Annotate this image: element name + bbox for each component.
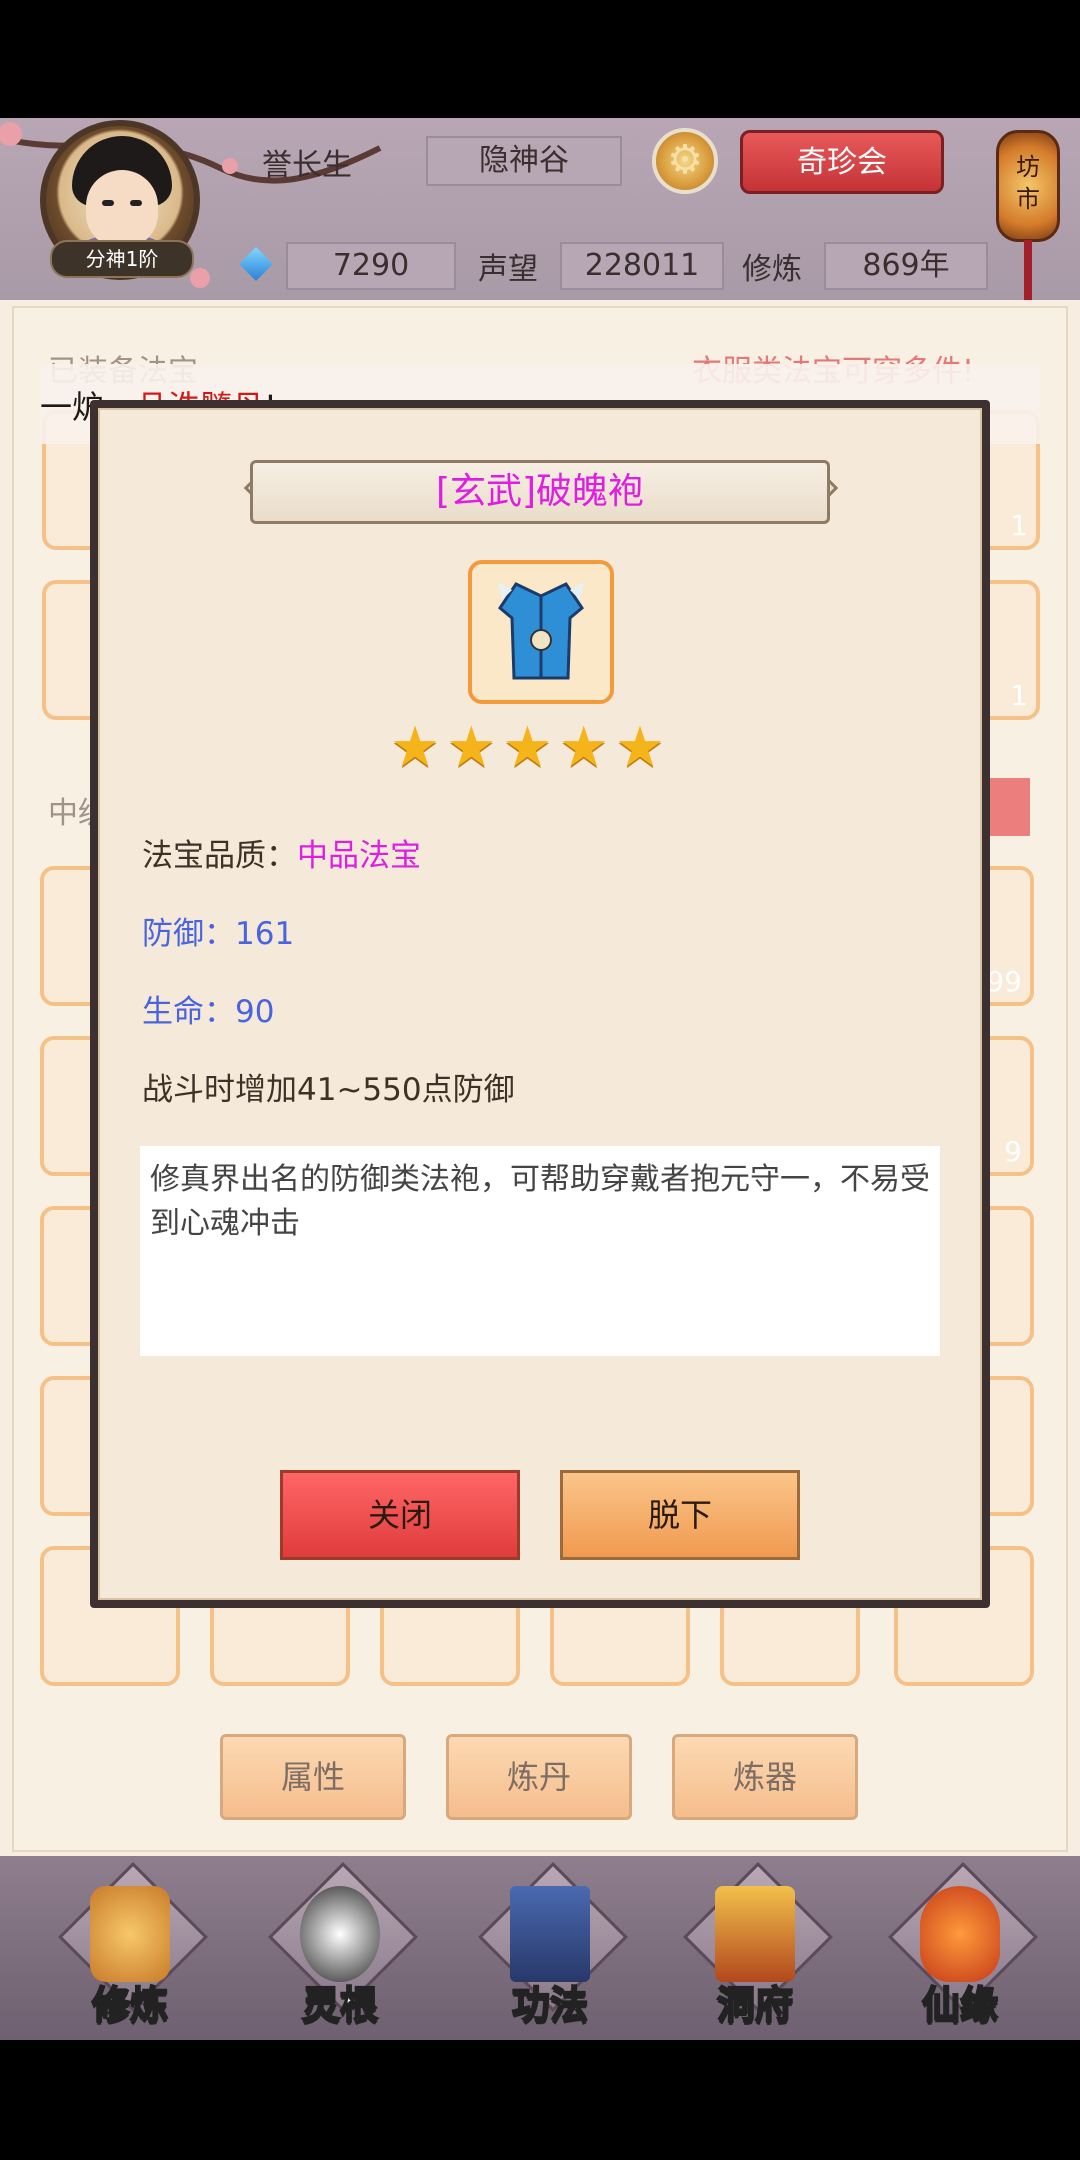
cave-residence-icon <box>715 1886 795 1982</box>
qizhen-auction-button[interactable]: 奇珍会 <box>740 130 944 194</box>
lantern-tassel <box>1024 240 1032 300</box>
item-effect: 战斗时增加41~550点防御 <box>142 1072 515 1108</box>
immortal-fate-gourd-icon <box>920 1886 1000 1982</box>
item-icon-frame <box>468 560 614 704</box>
nav-label: 修炼 <box>91 1982 169 2028</box>
item-defense: 防御：161 <box>142 916 295 952</box>
location-label: 隐神谷 <box>426 136 622 186</box>
navigation-bar <box>0 2040 1080 2160</box>
reputation-value: 228011 <box>560 242 724 290</box>
star-rating: ★ ★ ★ ★ ★ <box>390 718 690 778</box>
star-icon: ★ <box>390 715 441 780</box>
nav-label: 仙缘 <box>921 1982 999 2028</box>
star-icon: ★ <box>446 715 497 780</box>
technique-book-icon <box>510 1886 590 1982</box>
star-icon: ★ <box>558 715 609 780</box>
item-title: [玄武]破魄袍 <box>435 471 645 512</box>
nav-label: 洞府 <box>716 1982 794 2028</box>
star-icon: ★ <box>502 715 553 780</box>
settings-gear-icon[interactable]: ⚙ <box>652 128 718 194</box>
robe-icon <box>498 582 584 680</box>
item-description: 修真界出名的防御类法袍，可帮助穿戴者抱元守一，不易受到心魂冲击 <box>150 1162 930 1241</box>
fangshi-market-lantern-icon[interactable]: 坊市 <box>996 130 1060 242</box>
spirit-root-icon <box>300 1886 380 1982</box>
unequip-button[interactable]: 脱下 <box>560 1470 800 1560</box>
nav-label: 功法 <box>511 1982 589 2028</box>
item-quality-value: 中品法宝 <box>297 838 421 874</box>
item-quality: 法宝品质：中品法宝 <box>142 838 421 874</box>
item-hp: 生命：90 <box>142 994 275 1030</box>
cultivate-icon <box>90 1886 170 1982</box>
reputation-label: 声望 <box>478 252 538 287</box>
nav-cultivate[interactable]: 修炼 <box>55 1862 208 2034</box>
fangshi-label: 坊市 <box>1016 153 1040 213</box>
gems-value: 7290 <box>286 242 456 290</box>
nav-cave[interactable]: 洞府 <box>680 1862 833 2034</box>
nav-label: 灵根 <box>301 1982 379 2028</box>
status-bar <box>0 0 1080 118</box>
nav-spirit-root[interactable]: 灵根 <box>265 1862 418 2034</box>
star-icon: ★ <box>614 715 666 780</box>
cultivation-years-value: 869年 <box>824 242 988 290</box>
cultivation-label: 修炼 <box>742 252 802 287</box>
avatar-rank-badge: 分神1阶 <box>50 240 194 278</box>
nav-immortal-fate[interactable]: 仙缘 <box>885 1862 1038 2034</box>
nav-technique[interactable]: 功法 <box>475 1862 628 2034</box>
close-button[interactable]: 关闭 <box>280 1470 520 1560</box>
player-name: 誉长生 <box>262 148 352 183</box>
